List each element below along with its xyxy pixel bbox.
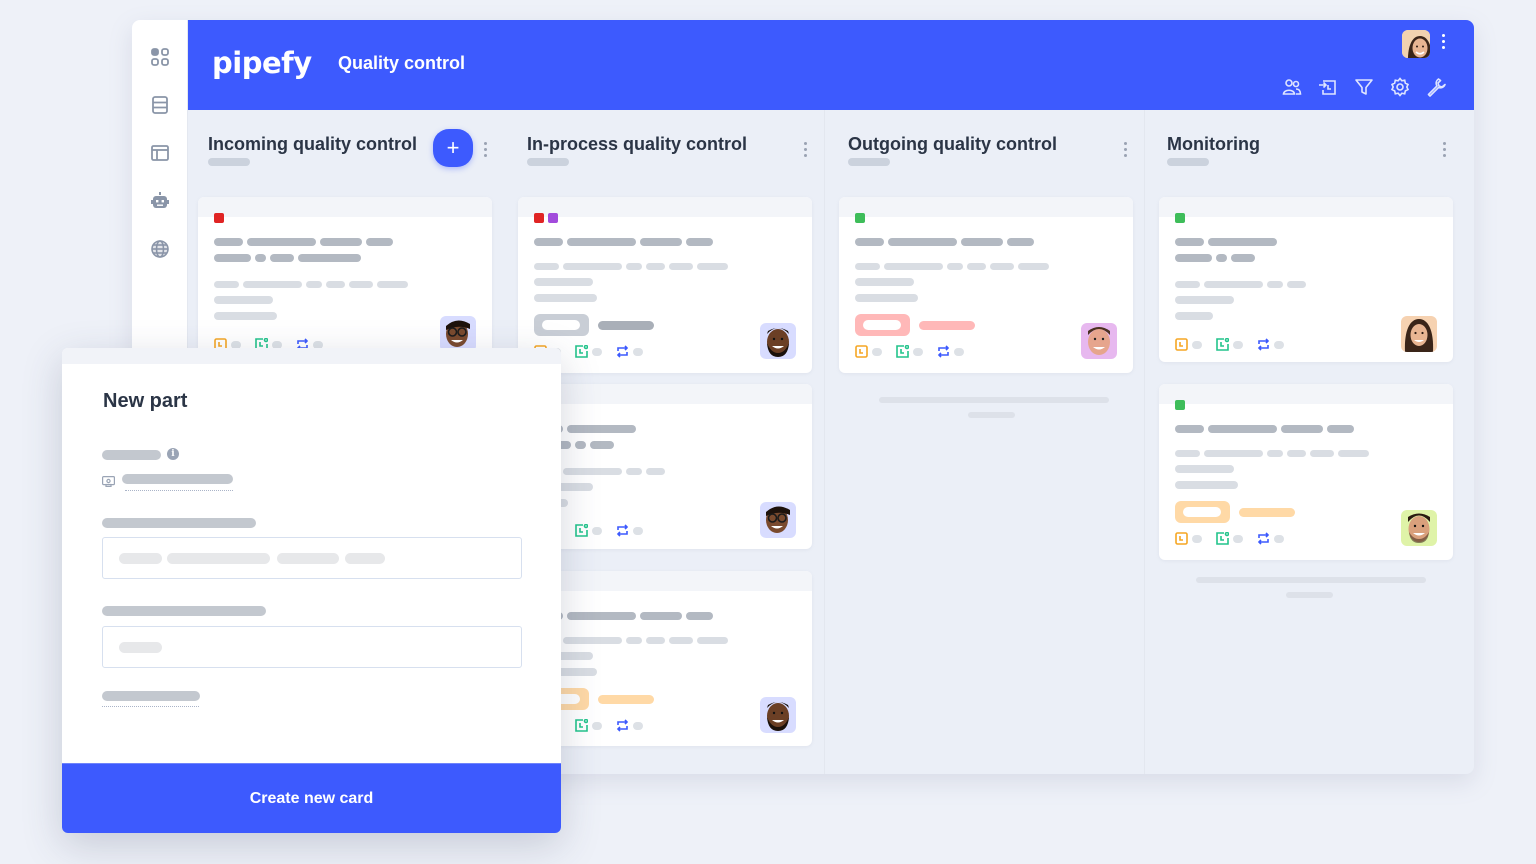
tag xyxy=(1175,501,1230,523)
new-card-modal: New part i Create new card xyxy=(62,348,561,833)
tag xyxy=(534,314,589,336)
grid-icon[interactable] xyxy=(150,47,170,67)
tag-text xyxy=(598,321,654,330)
phase-title: Incoming quality control xyxy=(208,134,418,154)
label-green xyxy=(1175,400,1185,410)
phase-divider xyxy=(824,110,825,774)
layout-icon[interactable] xyxy=(150,143,170,163)
card[interactable] xyxy=(1159,197,1453,362)
phase-time-icon xyxy=(575,718,589,732)
tag xyxy=(855,314,910,336)
assignee-avatar xyxy=(760,323,796,359)
phase-card-count xyxy=(208,158,250,166)
label-red xyxy=(534,213,544,223)
repeat-icon xyxy=(616,524,629,537)
import-icon[interactable] xyxy=(1318,77,1338,97)
more-options-icon[interactable] xyxy=(1438,34,1448,54)
image-icon xyxy=(102,474,116,488)
pipefy-logo[interactable]: pipefy xyxy=(212,46,312,80)
label-green xyxy=(855,213,865,223)
phase-options-icon[interactable] xyxy=(1124,142,1127,157)
load-more-placeholder xyxy=(1196,577,1426,583)
repeat-icon xyxy=(937,345,950,358)
assignee-avatar xyxy=(1401,510,1437,546)
phase-time-icon xyxy=(1216,337,1230,351)
card-indicators xyxy=(855,344,974,358)
tag-text xyxy=(1239,508,1295,517)
phase-options-icon[interactable] xyxy=(1443,142,1446,157)
globe-icon[interactable] xyxy=(150,239,170,259)
link-underline xyxy=(102,706,199,707)
field-label xyxy=(102,518,256,528)
repeat-icon xyxy=(616,719,629,732)
phase-card-count xyxy=(1167,158,1209,166)
create-new-card-button[interactable]: Create new card xyxy=(62,763,561,833)
user-avatar[interactable] xyxy=(1402,30,1430,58)
phase-options-icon[interactable] xyxy=(804,142,807,157)
phase-options-icon[interactable] xyxy=(484,142,487,157)
label-green xyxy=(1175,213,1185,223)
repeat-icon xyxy=(1257,532,1270,545)
card[interactable] xyxy=(1159,384,1453,560)
card[interactable] xyxy=(518,197,812,373)
due-date-icon xyxy=(855,345,868,358)
text-field[interactable] xyxy=(102,626,522,668)
repeat-icon xyxy=(616,345,629,358)
members-icon[interactable] xyxy=(1282,77,1302,97)
optional-field-link[interactable] xyxy=(102,691,200,701)
phase-title: In-process quality control xyxy=(527,134,748,154)
pipe-header: pipefy Quality control xyxy=(188,20,1474,110)
phase-divider xyxy=(1144,110,1145,774)
field-label xyxy=(102,450,161,460)
load-more-placeholder xyxy=(879,397,1109,403)
add-card-button[interactable]: + xyxy=(433,129,473,167)
database-icon[interactable] xyxy=(150,95,170,115)
due-date-icon xyxy=(1175,532,1188,545)
modal-title: New part xyxy=(103,390,188,412)
phase-time-icon xyxy=(575,344,589,358)
info-icon[interactable]: i xyxy=(167,448,179,460)
phase-time-icon xyxy=(896,344,910,358)
assignee-avatar xyxy=(440,316,476,352)
assignee-avatar xyxy=(1401,316,1437,352)
card[interactable] xyxy=(518,571,812,746)
text-field[interactable] xyxy=(102,537,522,579)
wrench-icon[interactable] xyxy=(1426,77,1446,97)
tag-text xyxy=(598,695,654,704)
assignee-avatar xyxy=(760,502,796,538)
due-date-icon xyxy=(1175,338,1188,351)
link-underline xyxy=(125,490,233,491)
load-more-placeholder xyxy=(968,412,1015,418)
attachment-link[interactable] xyxy=(122,474,233,484)
card-indicators xyxy=(1175,337,1294,351)
phase-card-count xyxy=(527,158,569,166)
filter-icon[interactable] xyxy=(1354,77,1374,97)
card[interactable] xyxy=(198,197,492,357)
phase-title: Outgoing quality control xyxy=(848,134,1057,154)
settings-icon[interactable] xyxy=(1390,77,1410,97)
label-red xyxy=(214,213,224,223)
card-indicators xyxy=(1175,531,1294,545)
card[interactable] xyxy=(839,197,1133,373)
phase-card-count xyxy=(848,158,890,166)
repeat-icon xyxy=(1257,338,1270,351)
phase-time-icon xyxy=(1216,531,1230,545)
label-purple xyxy=(548,213,558,223)
phase-title: Monitoring xyxy=(1167,134,1260,154)
tag-text xyxy=(919,321,975,330)
assignee-avatar xyxy=(760,697,796,733)
assignee-avatar xyxy=(1081,323,1117,359)
pipe-title: Quality control xyxy=(338,53,466,73)
load-more-placeholder xyxy=(1286,592,1333,598)
card[interactable] xyxy=(518,384,812,549)
field-label xyxy=(102,606,266,616)
robot-icon[interactable] xyxy=(150,191,170,211)
phase-time-icon xyxy=(575,523,589,537)
